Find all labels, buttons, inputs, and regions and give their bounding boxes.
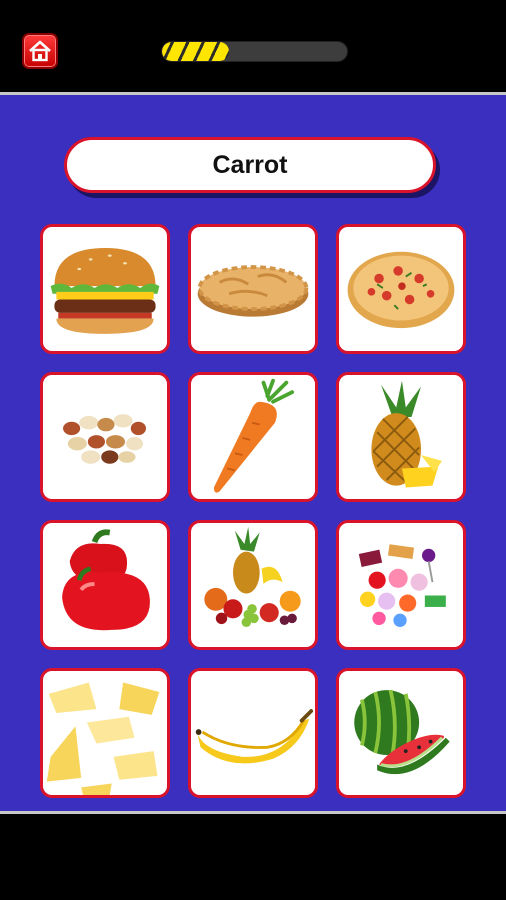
pineapple-image [371,380,443,488]
carrot-image [213,378,295,493]
top-bar [0,0,506,92]
tile-candy[interactable] [336,520,466,650]
tile-pineapple[interactable] [336,372,466,502]
tile-fruits[interactable] [188,520,318,650]
tile-pepper[interactable] [40,520,170,650]
tile-nuts[interactable] [40,372,170,502]
home-button[interactable] [22,33,58,69]
bottom-area [0,814,506,900]
progress-fill [162,42,229,61]
home-icon [29,40,51,62]
pie-image [197,265,309,317]
pepper-image [62,529,150,631]
tile-watermelon[interactable] [336,668,466,798]
nuts-image [63,414,147,464]
watermelon-image [354,689,450,775]
tile-banana[interactable] [188,668,318,798]
candy-image [358,544,446,627]
tile-pie[interactable] [188,224,318,354]
progress-bar [161,41,348,62]
tile-pizza[interactable] [336,224,466,354]
tile-cheese[interactable] [40,668,170,798]
pizza-image [347,251,455,329]
tile-carrot[interactable] [188,372,318,502]
burger-image [50,247,160,334]
banana-image [195,709,314,764]
tile-burger[interactable] [40,224,170,354]
target-word-label: Carrot [64,137,436,193]
fruits-image [204,526,301,627]
cheese-image [46,682,160,795]
